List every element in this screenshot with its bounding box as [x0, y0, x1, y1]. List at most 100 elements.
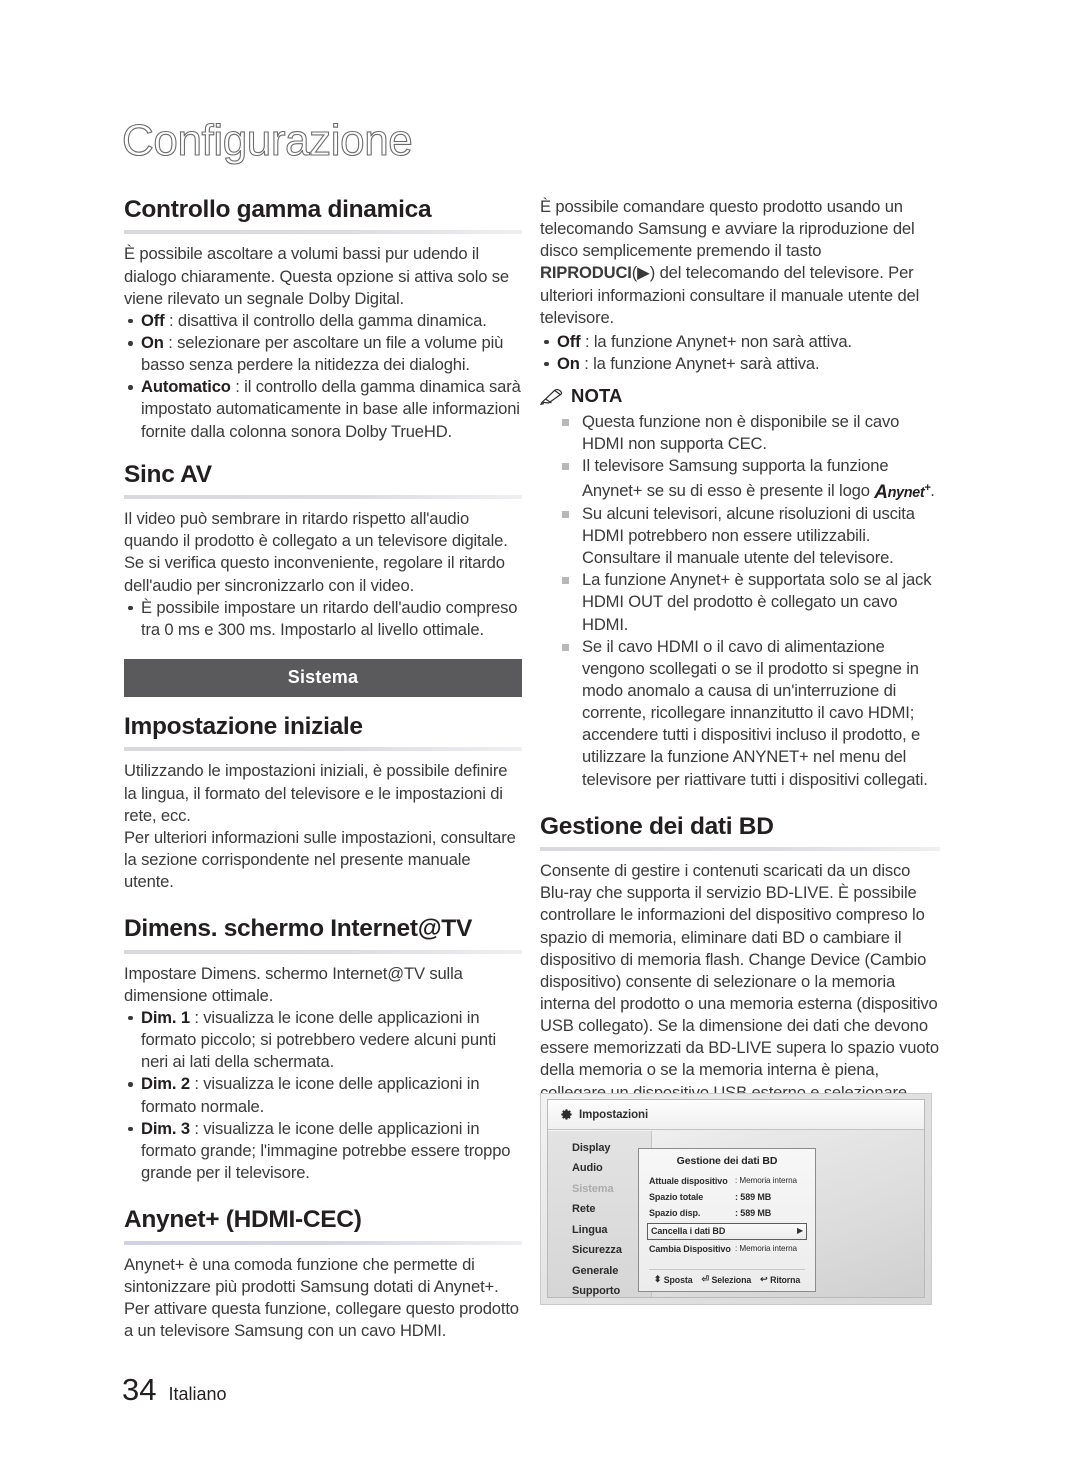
- nota-text: Questa funzione non è disponibile se il …: [582, 412, 900, 454]
- section-heading-dynamic-range: Controllo gamma dinamica: [124, 196, 432, 223]
- list-item: Dim. 2 : visualizza le icone delle appli…: [124, 1073, 522, 1117]
- option-text: : la funzione Anynet+ non sarà attiva.: [580, 331, 852, 351]
- option-term: On: [557, 353, 580, 373]
- option-text: : visualizza le icone delle applicazioni…: [141, 1074, 480, 1116]
- list-item: È possibile impostare un ritardo dell'au…: [124, 597, 522, 641]
- nota-header: NOTA: [540, 385, 940, 407]
- page-footer: 34 Italiano: [122, 1372, 227, 1408]
- option-text: È possibile impostare un ritardo dell'au…: [141, 597, 518, 639]
- row-value: : Memoria interna: [735, 1244, 798, 1253]
- list-item: Dim. 1 : visualizza le icone delle appli…: [124, 1007, 522, 1073]
- gear-icon: [560, 1108, 573, 1121]
- manual-page: Configurazione Controllo gamma dinamica …: [0, 0, 1080, 1479]
- row-key: Attuale dispositivo: [649, 1175, 728, 1186]
- list-item: Dim. 3 : visualizza le icone delle appli…: [124, 1118, 522, 1184]
- footer-action-ritorna: ↩ Ritorna: [760, 1274, 800, 1285]
- dialog-row-available-space: Spazio disp. : 589 MB: [647, 1205, 807, 1221]
- heading-rule: [124, 747, 522, 752]
- list-item: Se il cavo HDMI o il cavo di alimentazio…: [560, 636, 940, 791]
- av-sync-intro: Il video può sembrare in ritardo rispett…: [124, 509, 508, 595]
- dialog-row-current-device: Attuale dispositivo : Memoria interna: [647, 1173, 807, 1189]
- option-text: : disattiva il controllo della gamma din…: [164, 310, 487, 330]
- initial-setup-para1: Utilizzando le impostazioni iniziali, è …: [124, 761, 508, 825]
- initial-setup-para2: Per ulteriori informazioni sulle imposta…: [124, 827, 516, 892]
- row-key: Cambia Dispositivo: [649, 1243, 731, 1254]
- row-value: : Memoria interna: [735, 1176, 798, 1185]
- nota-text: Se il cavo HDMI o il cavo di alimentazio…: [582, 636, 928, 789]
- list-item: Automatico : il controllo della gamma di…: [124, 376, 522, 442]
- screen-size-options: Dim. 1 : visualizza le icone delle appli…: [124, 1007, 522, 1184]
- footer-action-sposta: ⬍ Sposta: [654, 1274, 693, 1285]
- anynet-continuation: È possibile comandare questo prodotto us…: [540, 196, 940, 329]
- chevron-right-icon: ▶: [796, 1226, 803, 1235]
- row-key: Cancella i dati BD: [651, 1226, 726, 1236]
- option-term: Off: [557, 331, 581, 351]
- section-banner-sistema: Sistema: [124, 658, 522, 697]
- list-item: Su alcuni televisori, alcune risoluzioni…: [560, 503, 940, 569]
- option-term: Automatico: [141, 377, 231, 397]
- anynet-intro: Anynet+ è una comoda funzione che permet…: [124, 1254, 519, 1340]
- list-item: La funzione Anynet+ è supportata solo se…: [560, 569, 940, 635]
- list-item: Off : la funzione Anynet+ non sarà attiv…: [540, 331, 940, 353]
- row-value: : 589 MB: [735, 1207, 772, 1218]
- anynet-logo-a: A: [874, 481, 888, 503]
- tv-titlebar-label: Impostazioni: [579, 1108, 649, 1121]
- row-key: Spazio totale: [649, 1191, 704, 1202]
- right-column: È possibile comandare questo prodotto us…: [540, 196, 940, 1126]
- dialog-row-delete-bd-data[interactable]: Cancella i dati BD ▶: [647, 1223, 807, 1240]
- bd-data-intro: Consente di gestire i contenuti scaricat…: [540, 861, 939, 1124]
- dialog-row-change-device[interactable]: Cambia Dispositivo : Memoria interna: [647, 1241, 807, 1257]
- tv-screen: Impostazioni Display Audio Sistema Rete …: [547, 1099, 925, 1298]
- list-item: On : la funzione Anynet+ sarà attiva.: [540, 353, 940, 375]
- chapter-title: Configurazione: [121, 115, 413, 166]
- row-value: : 589 MB: [735, 1191, 772, 1202]
- section-heading-av-sync: Sinc AV: [124, 460, 212, 488]
- riproduci-label: RIPRODUCI: [540, 263, 632, 283]
- play-glyph: (▶): [631, 263, 656, 283]
- dialog-footer: ⬍ Sposta ⏎ Seleziona ↩ Ritorna: [647, 1270, 807, 1287]
- option-term: On: [141, 333, 164, 352]
- option-text: : la funzione Anynet+ sarà attiva.: [579, 353, 820, 373]
- option-term: Dim. 2: [141, 1074, 190, 1094]
- anynet-logo-name: nynet: [887, 484, 925, 501]
- pencil-icon: [540, 388, 564, 405]
- heading-rule: [540, 847, 940, 852]
- enter-key-icon: ⏎: [701, 1274, 710, 1284]
- footer-action-seleziona: ⏎ Seleziona: [702, 1274, 752, 1285]
- section-heading-initial-setup: Impostazione iniziale: [124, 712, 363, 740]
- option-text: : selezionare per ascoltare un file a vo…: [141, 333, 504, 375]
- nota-text: Il televisore Samsung supporta la funzio…: [582, 456, 889, 500]
- heading-rule: [124, 1240, 522, 1245]
- dialog-title: Gestione dei dati BD: [676, 1155, 778, 1167]
- section-heading-screen-size: Dimens. schermo Internet@TV: [124, 915, 472, 943]
- return-arrow-icon: ↩: [760, 1274, 768, 1284]
- bd-data-dialog: Gestione dei dati BD Attuale dispositivo…: [638, 1148, 816, 1292]
- option-term: Off: [141, 310, 165, 330]
- option-text: : visualizza le icone delle applicazioni…: [141, 1007, 497, 1072]
- chapter-title-text: Configurazione: [121, 115, 413, 165]
- footer-label: Seleziona: [711, 1274, 752, 1285]
- dialog-row-total-space: Spazio totale : 589 MB: [647, 1189, 807, 1205]
- tv-screenshot-figure: Impostazioni Display Audio Sistema Rete …: [540, 1093, 932, 1305]
- nota-text: La funzione Anynet+ è supportata solo se…: [582, 570, 932, 634]
- heading-rule: [124, 495, 522, 500]
- dynamic-range-options: Off : disattiva il controllo della gamma…: [124, 310, 522, 443]
- section-heading-anynet: Anynet+ (HDMI-CEC): [124, 1206, 362, 1234]
- section-heading-bd-data: Gestione dei dati BD: [540, 812, 774, 840]
- nota-items: Questa funzione non è disponibile se il …: [540, 411, 940, 791]
- av-sync-options: È possibile impostare un ritardo dell'au…: [124, 597, 522, 641]
- screen-size-intro: Impostare Dimens. schermo Internet@TV su…: [124, 963, 463, 1005]
- anynet-logo-plus: +: [924, 481, 931, 494]
- heading-rule: [124, 949, 522, 954]
- anynet-options: Off : la funzione Anynet+ non sarà attiv…: [540, 331, 940, 375]
- footer-label: Ritorna: [770, 1274, 801, 1285]
- list-item: On : selezionare per ascoltare un file a…: [124, 332, 522, 376]
- dynamic-range-intro: È possibile ascoltare a volumi bassi pur…: [124, 244, 510, 308]
- option-text: : visualizza le icone delle applicazioni…: [141, 1118, 511, 1182]
- option-term: Dim. 1: [141, 1007, 190, 1027]
- anynet-logo-icon: Anynet+: [874, 479, 930, 504]
- list-item: Questa funzione non è disponibile se il …: [560, 411, 940, 455]
- nota-text-post: .: [930, 480, 935, 500]
- page-language: Italiano: [168, 1384, 227, 1404]
- left-column: Controllo gamma dinamica È possibile asc…: [124, 196, 522, 1342]
